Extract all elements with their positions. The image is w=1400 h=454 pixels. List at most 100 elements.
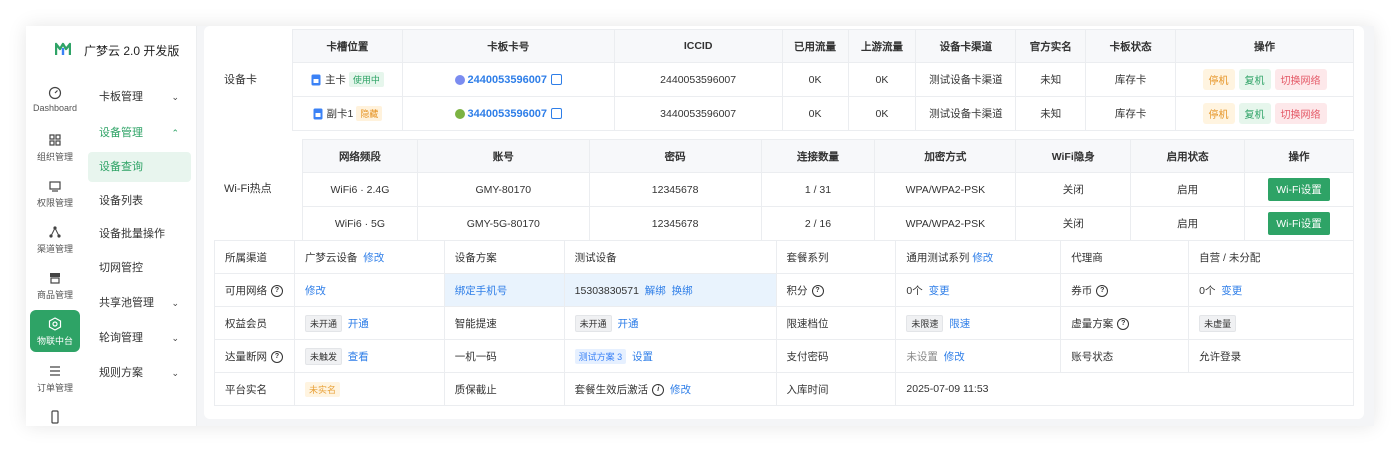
edit-paypwd-link[interactable]: 修改: [944, 351, 965, 363]
menu-label: 设备列表: [99, 195, 143, 207]
status-badge: 未开通: [304, 314, 342, 332]
menu-pool-mgmt[interactable]: 共享池管理 ⌄: [88, 288, 191, 318]
view-link[interactable]: 查看: [348, 351, 369, 363]
copy-icon[interactable]: [551, 74, 563, 86]
menu-label: 切网管控: [99, 262, 143, 274]
card-no-cell: 2440053596007: [401, 62, 615, 97]
wifi-settings-button[interactable]: Wi-Fi设置: [1268, 178, 1330, 201]
paypwd-value: 未设置 修改: [895, 339, 1062, 373]
encryption-cell: WPA/WPA2-PSK: [874, 172, 1017, 207]
field-label: 所属渠道: [214, 240, 295, 274]
wifi-label: Wi-Fi热点: [224, 183, 272, 195]
menu-device-batch[interactable]: 设备批量操作: [88, 219, 191, 249]
column-header: 连接数量: [760, 139, 876, 173]
menu-label: 规则方案: [99, 367, 143, 379]
app-window: Dashboard 组织管理 权限管理 渠道管理 商品管理 物联中台 订单管理: [26, 26, 1374, 426]
info-row: 可用网络? 修改 绑定手机号 15303830571 解绑 换绑 积分? 0个 …: [214, 273, 1354, 307]
rail-item-goods[interactable]: 商品管理: [30, 271, 80, 301]
card-number-link[interactable]: 2440053596007: [468, 74, 548, 86]
monitor-icon: [49, 181, 61, 192]
copy-icon[interactable]: [551, 108, 563, 120]
menu-net-switch[interactable]: 切网管控: [88, 253, 191, 283]
wifi-settings-button[interactable]: Wi-Fi设置: [1268, 212, 1330, 235]
connection-count-cell: 1 / 31: [760, 172, 876, 207]
info-row: 平台实名 未实名 质保截止 套餐生效后激活 i 修改 入库时间 2025-07-0…: [214, 372, 1354, 406]
stop-button[interactable]: 停机: [1202, 69, 1235, 90]
help-icon[interactable]: ?: [271, 350, 283, 363]
status-badge: 未实名: [304, 381, 340, 397]
device-card-table: 卡槽位置 卡板卡号 ICCID 已用流量 上游流量 设备卡渠道 官方实名 卡板状…: [292, 29, 1354, 131]
status-badge: 未虚量: [1199, 314, 1237, 332]
password-cell: 12345678: [588, 206, 762, 241]
grid-icon: [49, 134, 61, 146]
slot-cell: 副卡1 隐藏: [292, 96, 403, 131]
edit-activate-link[interactable]: 修改: [670, 384, 691, 396]
status-badge: 隐藏: [356, 106, 383, 121]
rail-item-iot[interactable]: 物联中台: [30, 310, 80, 352]
account-cell: GMY-80170: [416, 172, 590, 207]
help-icon[interactable]: ?: [811, 284, 824, 297]
chevron-down-icon: ⌄: [171, 298, 179, 308]
field-label: 绑定手机号: [443, 273, 565, 307]
resume-button[interactable]: 复机: [1238, 103, 1271, 124]
actions-cell: Wi-Fi设置: [1244, 206, 1354, 241]
account-status-value: 允许登录: [1188, 339, 1354, 373]
switch-network-button[interactable]: 切换网络: [1274, 103, 1327, 124]
enabled-cell: 启用: [1130, 172, 1246, 207]
menu-label: 设备管理: [99, 127, 143, 139]
field-label: 质保截止: [443, 372, 565, 406]
password-cell: 12345678: [588, 172, 762, 207]
rail-item-phone[interactable]: [30, 410, 80, 426]
iccid-cell: 2440053596007: [613, 62, 783, 97]
menu-card-mgmt[interactable]: 卡板管理 ⌄: [88, 82, 191, 112]
info-row: 所属渠道 广梦云设备 修改 设备方案 测试设备 套餐系列 通用测试系列 修改 代…: [214, 240, 1354, 274]
plan-value: 测试设备: [563, 240, 777, 274]
menu-poll-mgmt[interactable]: 轮询管理 ⌄: [88, 323, 191, 353]
card-number-link[interactable]: 3440053596007: [468, 108, 548, 120]
menu-device-mgmt[interactable]: 设备管理 ⌃: [88, 118, 191, 148]
edit-channel-link[interactable]: 修改: [363, 252, 384, 264]
upstream-traffic-cell: 0K: [847, 62, 917, 97]
operator-icon: [454, 74, 465, 85]
limit-speed-link[interactable]: 限速: [949, 318, 970, 330]
sim-card-icon: [313, 108, 323, 120]
rail-item-permission[interactable]: 权限管理: [30, 179, 80, 209]
brand-title: 广梦云 2.0 开发版: [84, 44, 180, 58]
band-cell: WiFi6 · 2.4G: [302, 172, 418, 207]
help-icon[interactable]: ?: [271, 284, 283, 297]
open-speed-link[interactable]: 开通: [618, 318, 639, 330]
menu-device-query[interactable]: 设备查询: [88, 152, 191, 182]
edit-package-link[interactable]: 修改: [972, 252, 993, 264]
slot-cell: 主卡 使用中: [292, 62, 403, 97]
band-cell: WiFi6 · 5G: [302, 206, 418, 241]
change-coupon-link[interactable]: 变更: [1221, 285, 1242, 297]
switch-network-button[interactable]: 切换网络: [1274, 69, 1327, 90]
rail-item-order[interactable]: 订单管理: [30, 364, 80, 394]
unbind-link[interactable]: 解绑: [645, 285, 666, 297]
field-label: 达量断网?: [214, 339, 295, 373]
onecode-setting-link[interactable]: 设置: [632, 351, 653, 363]
rail-item-channel[interactable]: 渠道管理: [30, 225, 80, 255]
rebind-link[interactable]: 换绑: [672, 285, 693, 297]
slot-label: 副卡1: [326, 108, 354, 120]
resume-button[interactable]: 复机: [1238, 69, 1271, 90]
rail-item-org[interactable]: 组织管理: [30, 133, 80, 163]
column-header: 已用流量: [781, 29, 849, 63]
info-icon[interactable]: i: [652, 383, 665, 396]
menu-device-list[interactable]: 设备列表: [88, 186, 191, 216]
menu-rule-plan[interactable]: 规则方案 ⌄: [88, 358, 191, 388]
column-header: 官方实名: [1015, 29, 1087, 63]
virtual-value: 未虚量: [1188, 306, 1354, 340]
edit-network-link[interactable]: 修改: [305, 285, 326, 297]
status-badge: 未开通: [574, 314, 612, 332]
help-icon[interactable]: ?: [1117, 317, 1130, 330]
rail-item-dashboard[interactable]: Dashboard: [30, 86, 80, 113]
slot-label: 主卡: [324, 74, 346, 86]
change-points-link[interactable]: 变更: [929, 285, 950, 297]
sub-menu: 卡板管理 ⌄ 设备管理 ⌃ 设备查询 设备列表 设备批量操作 切网管控 共享池管…: [83, 26, 197, 426]
stop-button[interactable]: 停机: [1202, 103, 1235, 124]
open-member-link[interactable]: 开通: [348, 318, 369, 330]
wifi-table: 网络频段 账号 密码 连接数量 加密方式 WiFi隐身 启用状态 操作 WiFi…: [302, 139, 1354, 241]
realname-cell: 未知: [1015, 96, 1087, 131]
help-icon[interactable]: ?: [1096, 284, 1109, 297]
